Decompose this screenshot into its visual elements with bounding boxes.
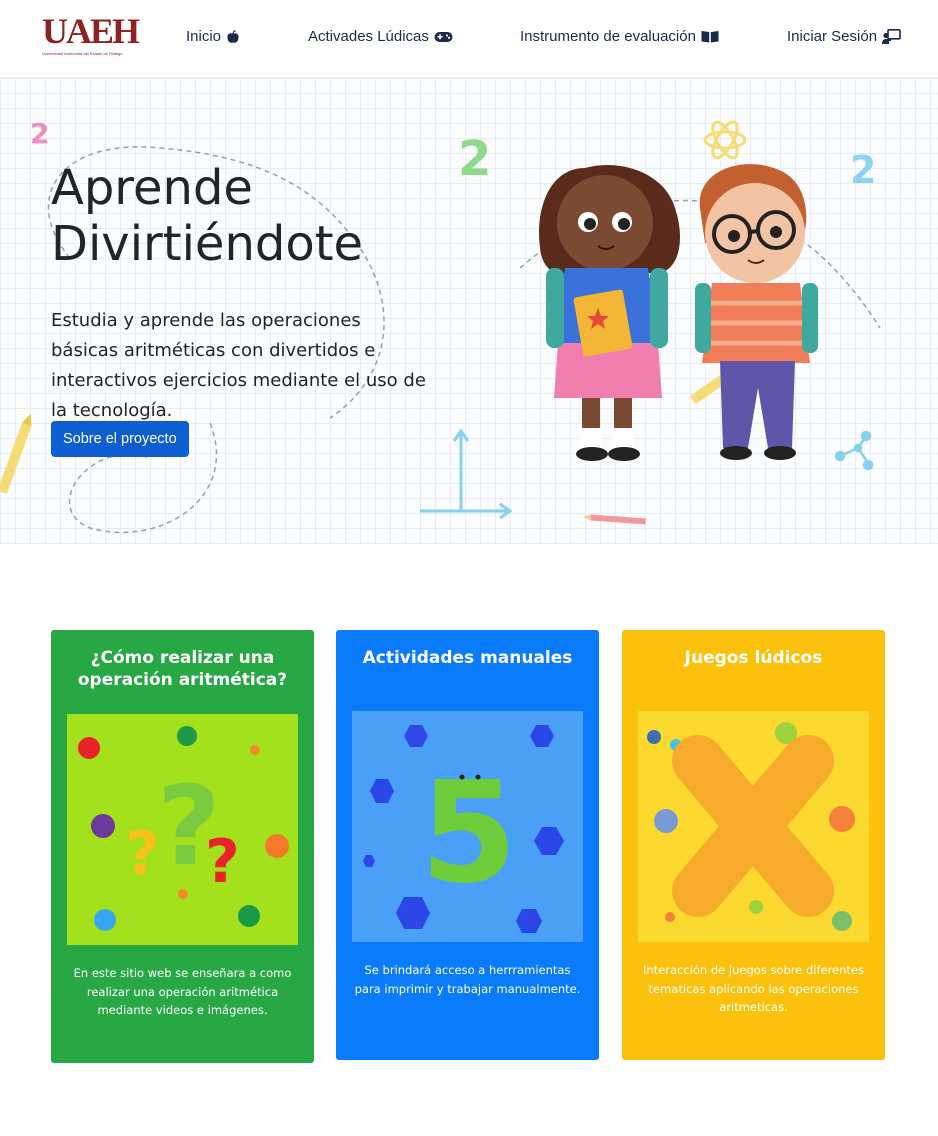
svg-text:?: ? (125, 819, 160, 889)
apple-icon (227, 29, 239, 43)
card-text: En este sitio web se enseñara a como rea… (73, 966, 292, 1017)
card-text: Interacción de juegos sobre diferentes t… (643, 963, 864, 1014)
card-text: Se brindará acceso a herrramientas para … (354, 963, 581, 996)
svg-text:5: 5 (420, 752, 517, 915)
number-five-image: 5 (352, 711, 583, 942)
logo-text: UAEH (42, 11, 140, 51)
card-title: Juegos lúdicos (684, 648, 823, 668)
nav-label-iniciar-sesion: Iniciar Sesión (787, 28, 878, 45)
kids-illustration (539, 164, 818, 461)
card-title: ¿Cómo realizar una operación aritmética? (77, 648, 288, 690)
chalkboard-teacher-icon (882, 29, 901, 44)
nav-label-instrumento: Instrumento de evaluación (520, 28, 696, 45)
book-icon (701, 31, 719, 43)
logo-subtitle: Universidad Autónoma del Estado de Hidal… (42, 51, 123, 56)
uaeh-logo[interactable]: UAEH Universidad Autónoma del Estado de … (42, 11, 140, 58)
hero-section: 2 2 2 Aprende Divirtiéndote Estudia y ap… (0, 78, 938, 544)
nav-link-instrumento[interactable]: Instrumento de evaluación (520, 28, 719, 45)
card-how-to-operate[interactable]: ¿Cómo realizar una operación aritmética?… (51, 630, 314, 1063)
letter-x-image (638, 711, 869, 942)
nav-link-actividades[interactable]: Activades Lúdicas (308, 28, 453, 45)
gamepad-icon (434, 31, 453, 42)
top-navbar: UAEH Universidad Autónoma del Estado de … (0, 0, 938, 78)
hero-title: Aprende Divirtiéndote (51, 160, 471, 272)
question-marks-image: ? ? ? (67, 714, 298, 945)
card-title: Actividades manuales (362, 648, 573, 668)
hero-title-line-2: Divirtiéndote (51, 216, 364, 272)
hero-description: Estudia y aprende las operaciones básica… (51, 310, 426, 421)
hero-title-line-1: Aprende (51, 160, 253, 216)
svg-text:?: ? (205, 827, 240, 897)
boy-figure (695, 164, 818, 460)
svg-text:2: 2 (30, 117, 49, 150)
nav-link-iniciar-sesion[interactable]: Iniciar Sesión (787, 28, 901, 45)
girl-figure (539, 164, 680, 461)
about-project-button[interactable]: Sobre el proyecto (51, 421, 189, 457)
card-fun-games[interactable]: Juegos lúdicos Interacción de juegos sob… (622, 630, 885, 1060)
nav-label-inicio: Inicio (186, 28, 222, 45)
nav-link-inicio[interactable]: Inicio (186, 28, 240, 45)
nav-label-actividades: Activades Lúdicas (308, 28, 429, 45)
card-manual-activities[interactable]: Actividades manuales 5 Se brindará acces… (336, 630, 599, 1060)
